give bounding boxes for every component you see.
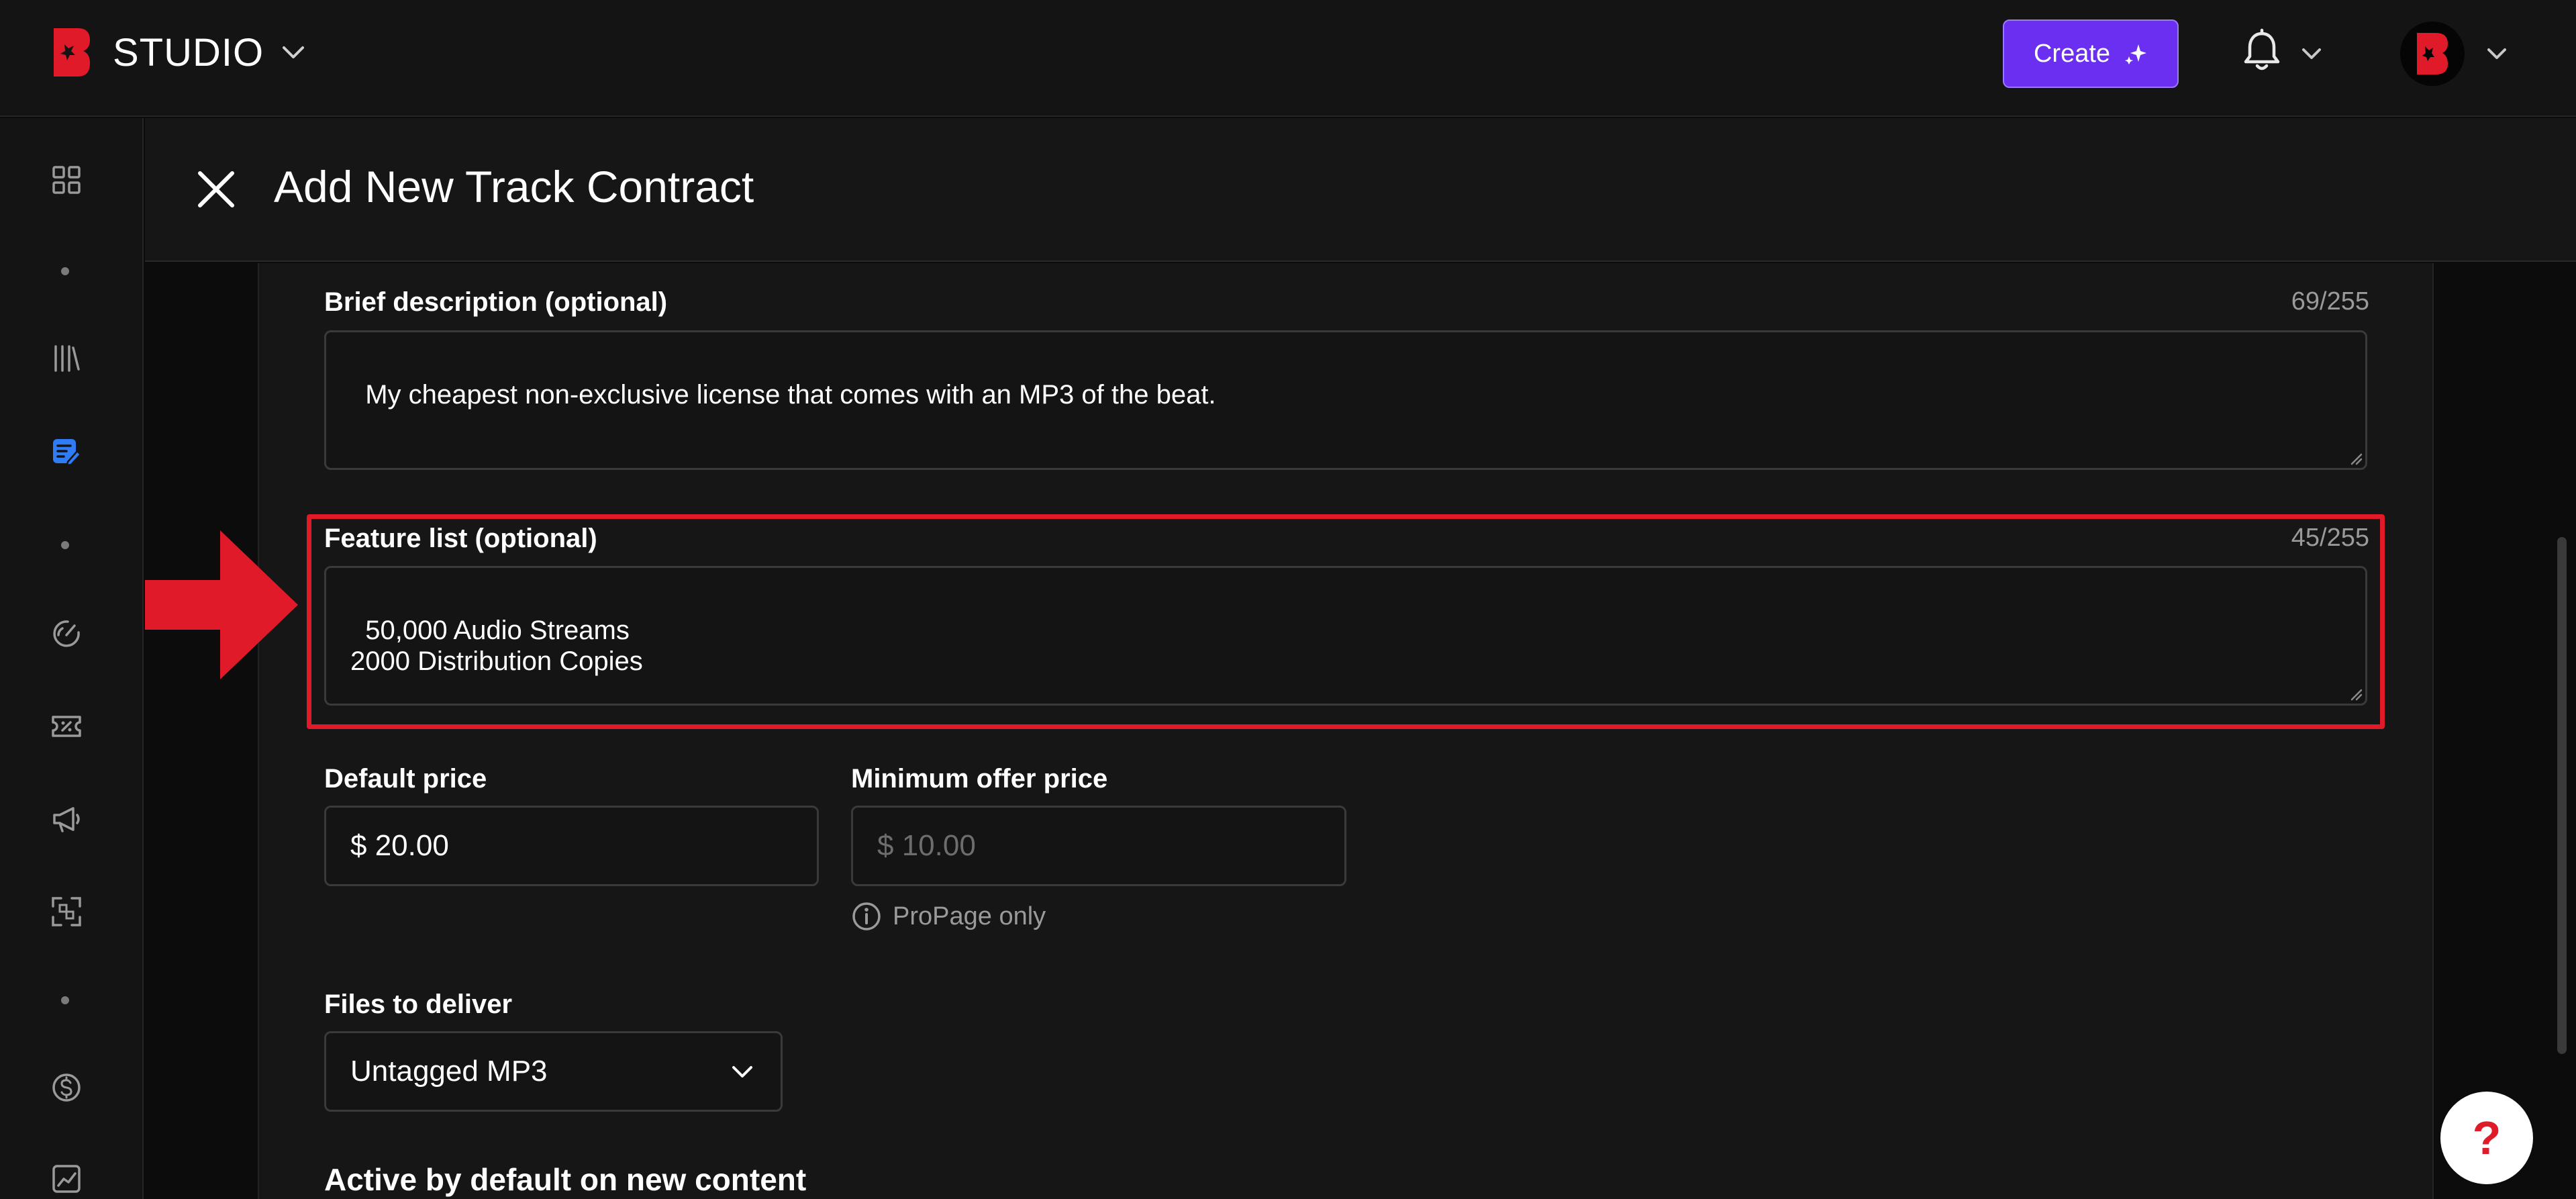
sidebar-divider-dot <box>61 267 69 275</box>
features-textarea[interactable]: 50,000 Audio Streams 2000 Distribution C… <box>324 566 2367 706</box>
account-chevron-icon[interactable] <box>2483 40 2510 67</box>
features-text: 50,000 Audio Streams 2000 Distribution C… <box>350 616 643 676</box>
studio-switcher[interactable]: STUDIO <box>51 26 308 79</box>
dollar-icon[interactable] <box>50 1071 83 1104</box>
bell-icon[interactable] <box>2242 28 2282 73</box>
avatar[interactable] <box>2400 21 2465 86</box>
voucher-icon[interactable] <box>50 710 83 742</box>
min-offer-label: Minimum offer price <box>851 764 1108 794</box>
description-counter: 69/255 <box>2291 287 2369 316</box>
files-label: Files to deliver <box>324 990 513 1019</box>
description-textarea[interactable]: My cheapest non-exclusive license that c… <box>324 330 2367 470</box>
sidebar <box>0 118 144 1199</box>
arrow-right-icon <box>145 530 298 679</box>
create-button[interactable]: Create <box>2003 19 2179 88</box>
help-button-label: ? <box>2472 1112 2501 1164</box>
description-text: My cheapest non-exclusive license that c… <box>365 380 1216 410</box>
min-offer-placeholder: $ 10.00 <box>877 829 976 862</box>
notifications-chevron-icon[interactable] <box>2298 40 2325 67</box>
min-offer-input: $ 10.00 <box>851 806 1346 886</box>
sidebar-divider-dot <box>61 996 69 1004</box>
megaphone-icon[interactable] <box>50 803 83 835</box>
default-price-value: $ 20.00 <box>350 829 449 862</box>
analytics-icon[interactable] <box>50 1163 83 1195</box>
close-icon[interactable] <box>195 168 238 211</box>
description-label: Brief description (optional) <box>324 287 668 317</box>
collab-icon[interactable] <box>50 896 83 928</box>
default-price-input[interactable]: $ 20.00 <box>324 806 819 886</box>
grid-icon[interactable] <box>50 164 83 196</box>
chevron-down-icon <box>732 1066 752 1077</box>
top-bar: STUDIO Create <box>0 0 2576 117</box>
gauge-icon[interactable] <box>50 618 83 650</box>
propage-note: ProPage only <box>851 901 1046 932</box>
sparkle-icon <box>2125 44 2147 64</box>
library-icon[interactable] <box>50 342 83 375</box>
resize-handle-icon[interactable] <box>2346 685 2363 701</box>
info-icon <box>852 902 881 930</box>
default-price-label: Default price <box>324 764 487 794</box>
page-title: Add New Track Contract <box>274 162 754 211</box>
help-button[interactable]: ? <box>2440 1092 2533 1184</box>
brand-logo-icon <box>54 28 90 77</box>
brand-name: STUDIO <box>113 30 264 75</box>
files-select[interactable]: Untagged MP3 <box>324 1031 783 1112</box>
contract-icon[interactable] <box>50 435 83 467</box>
propage-note-text: ProPage only <box>893 902 1046 930</box>
features-counter: 45/255 <box>2291 524 2369 552</box>
files-selected-value: Untagged MP3 <box>350 1055 548 1088</box>
features-label: Feature list (optional) <box>324 524 597 553</box>
scrollbar[interactable] <box>2557 537 2567 1054</box>
active-default-title: Active by default on new content <box>324 1162 807 1197</box>
avatar-logo-icon <box>2417 33 2448 75</box>
create-button-label: Create <box>2033 39 2111 68</box>
sidebar-divider-dot <box>61 541 69 549</box>
chevron-down-icon <box>283 46 305 58</box>
resize-handle-icon[interactable] <box>2346 449 2363 465</box>
